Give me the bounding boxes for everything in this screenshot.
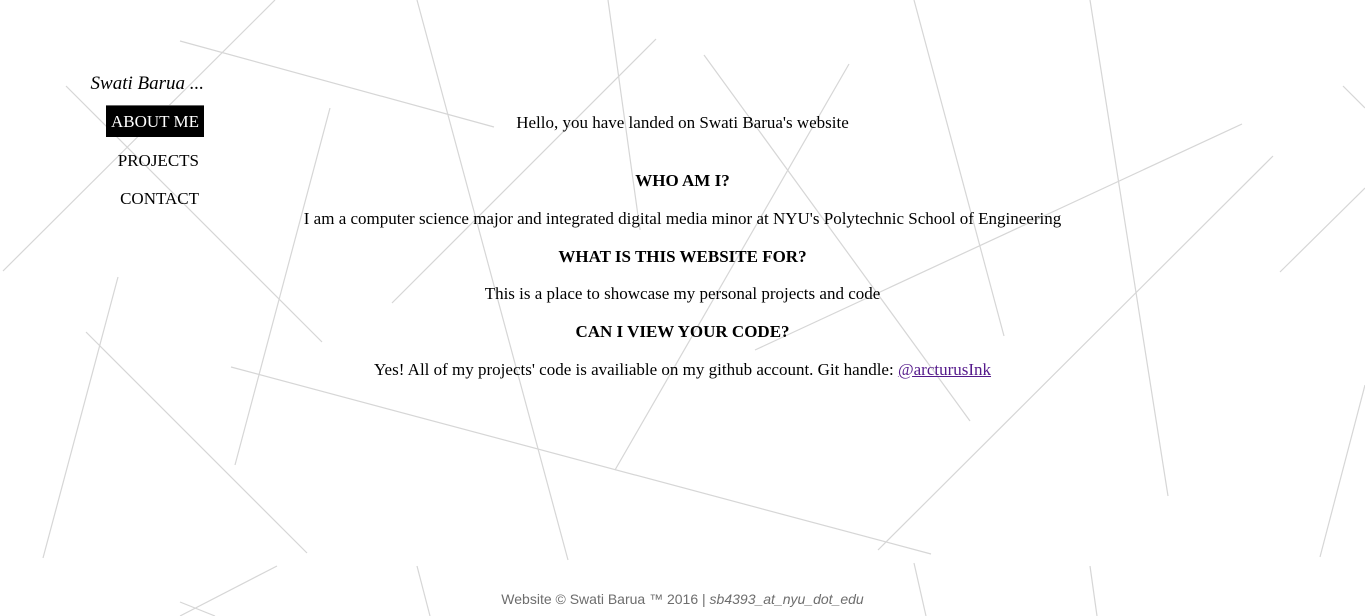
text-view-code: Yes! All of my projects' code is availia… xyxy=(200,360,1165,380)
text-view-code-body: Yes! All of my projects' code is availia… xyxy=(373,360,898,379)
nav-item-about-me[interactable]: ABOUT ME xyxy=(106,105,204,137)
footer-email: sb4393_at_nyu_dot_edu xyxy=(709,591,864,607)
footer-copyright: Website © Swati Barua ™ 2016 | xyxy=(501,591,710,607)
heading-website-purpose: WHAT IS THIS WEBSITE FOR? xyxy=(558,247,807,266)
github-handle-link[interactable]: @arcturusInk xyxy=(898,360,991,379)
heading-view-code: CAN I VIEW YOUR CODE? xyxy=(575,322,790,341)
text-who-am-i: I am a computer science major and integr… xyxy=(303,209,1062,228)
intro-text: Hello, you have landed on Swati Barua's … xyxy=(516,113,849,132)
background-line-pattern xyxy=(2,0,1365,616)
heading-who-am-i: WHO AM I? xyxy=(635,171,730,190)
text-website-purpose: This is a place to showcase my personal … xyxy=(484,284,881,303)
nav-item-projects[interactable]: PROJECTS xyxy=(113,145,204,176)
footer: Website © Swati Barua ™ 2016 | sb4393_at… xyxy=(0,591,1365,607)
site-name: Swati Barua ... xyxy=(90,73,204,94)
nav-item-contact[interactable]: CONTACT xyxy=(115,183,204,214)
